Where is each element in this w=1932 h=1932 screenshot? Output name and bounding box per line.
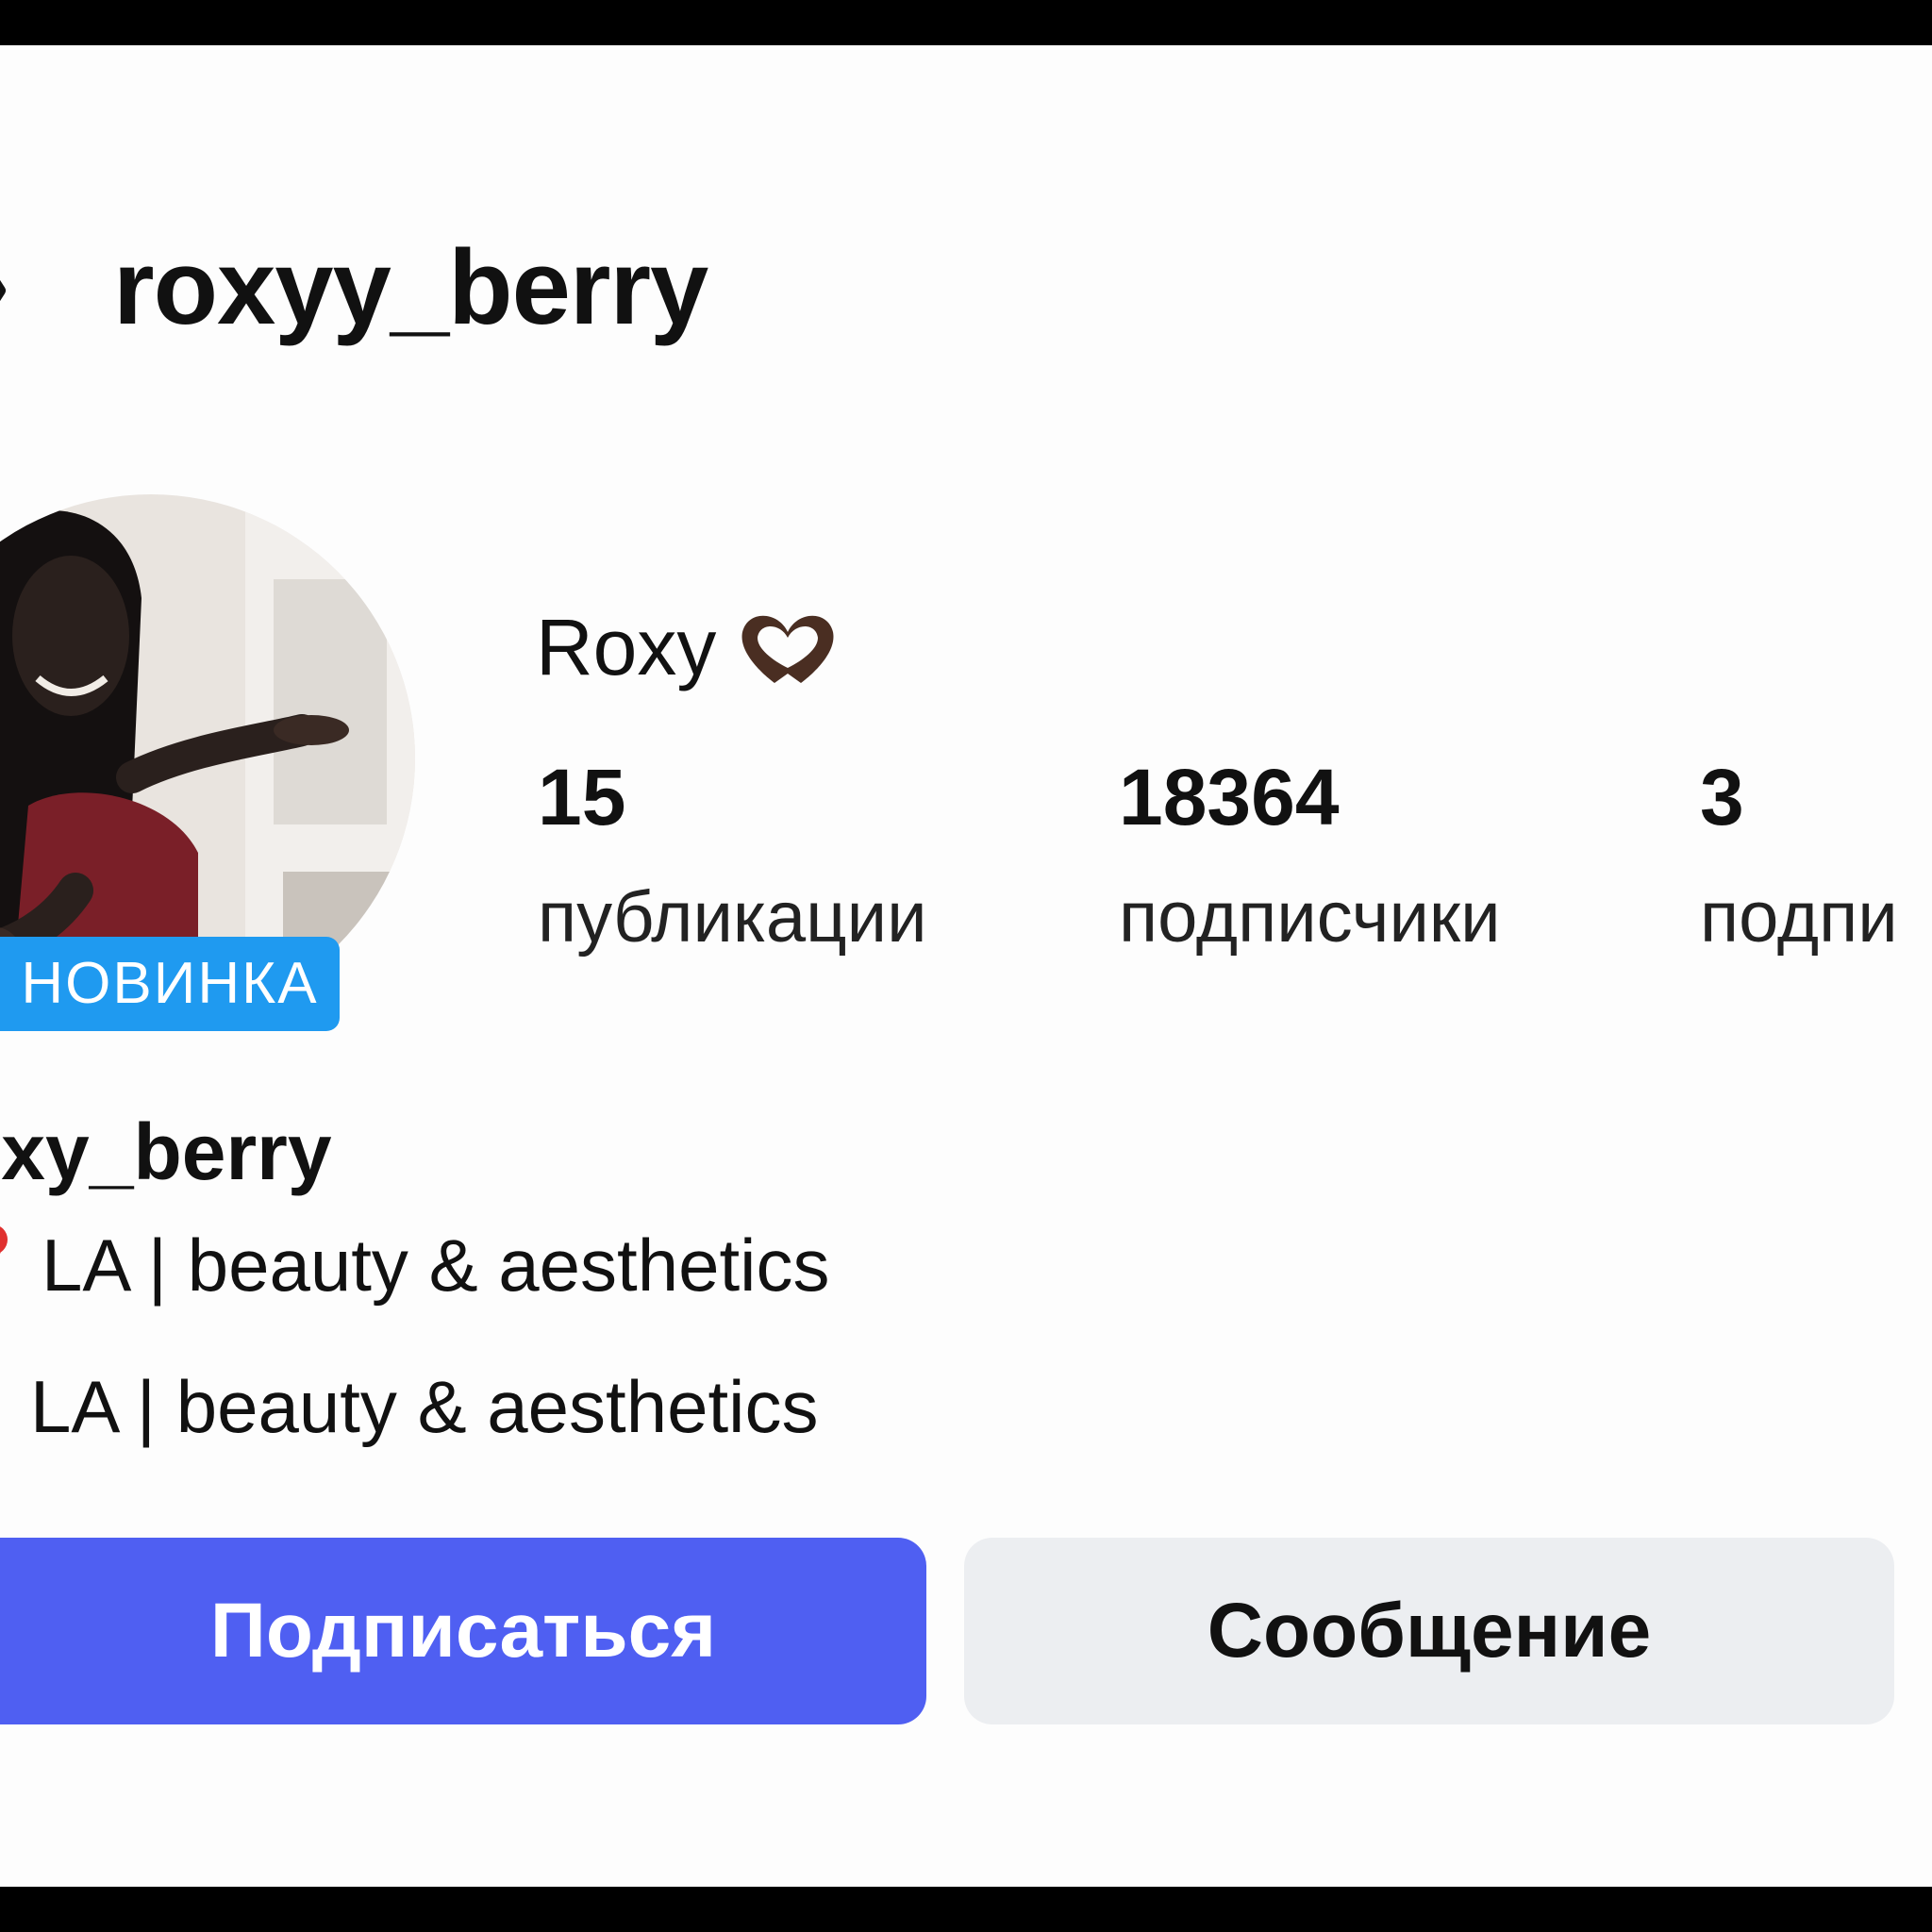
stat-following[interactable]: 3 подпи bbox=[1700, 758, 1898, 954]
stat-following-label: подпи bbox=[1700, 877, 1898, 958]
chevron-left-icon[interactable] bbox=[0, 229, 9, 352]
display-name-text: Roxy bbox=[536, 603, 717, 691]
stat-followers[interactable]: 18364 подписчики bbox=[1119, 758, 1501, 954]
stat-followers-label: подписчики bbox=[1119, 877, 1501, 958]
map-pin-icon bbox=[0, 1226, 8, 1255]
bio-username: oxy_berry bbox=[0, 1108, 332, 1196]
stat-following-value: 3 bbox=[1700, 753, 1744, 841]
bio-line: LA | beauty & aesthetics bbox=[30, 1365, 819, 1448]
profile-screen: roxyy_berry НОВИНКА Roxy 15 публикации 1… bbox=[0, 45, 1932, 1887]
follow-button[interactable]: Подписаться bbox=[0, 1538, 926, 1724]
new-badge: НОВИНКА bbox=[0, 937, 340, 1031]
bio-line: LA | beauty & aesthetics bbox=[42, 1224, 830, 1307]
message-button[interactable]: Сообщение bbox=[964, 1538, 1894, 1724]
stat-posts-value: 15 bbox=[538, 753, 626, 841]
display-name: Roxy bbox=[536, 602, 841, 693]
stat-followers-value: 18364 bbox=[1119, 753, 1340, 841]
header-username: roxyy_berry bbox=[113, 228, 708, 346]
stat-posts-label: публикации bbox=[538, 877, 927, 958]
stat-posts[interactable]: 15 публикации bbox=[538, 758, 927, 954]
heart-hands-icon bbox=[741, 615, 834, 683]
